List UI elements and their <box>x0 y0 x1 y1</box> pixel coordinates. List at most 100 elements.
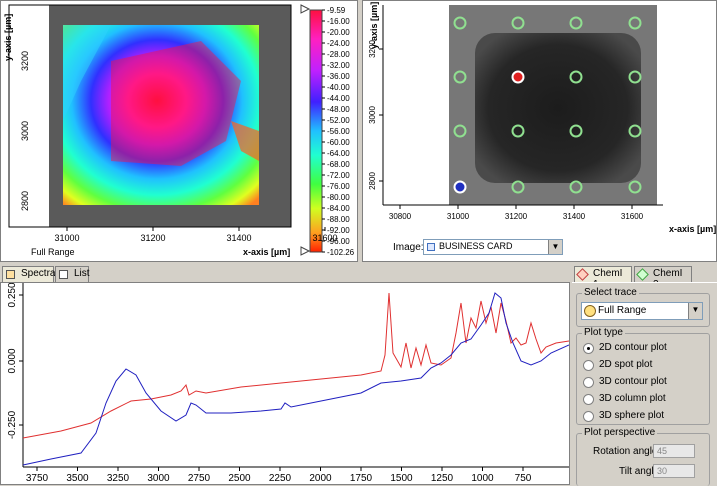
spectrum-red-line <box>22 292 569 439</box>
radio-label: 2D spot plot <box>599 359 653 370</box>
spectrum-x-tick-label: 3750 <box>26 473 49 484</box>
spectrum-y-tick-label: 0.000 <box>7 348 18 373</box>
colorbar-tick-label: -36.00 <box>327 72 350 81</box>
colorbar-tick-label: -32.00 <box>327 61 350 70</box>
spectrum-y-tick-label: 0.250 <box>7 283 18 308</box>
tab-list-label: List <box>74 268 90 279</box>
image-x-axis-label: x-axis [µm] <box>669 224 717 234</box>
select-trace-title: Select trace <box>582 287 639 298</box>
plot-type-group: Plot type 2D contour plot 2D spot plot 3… <box>576 327 710 425</box>
spectrum-x-tick-label: 1500 <box>390 473 413 484</box>
diamond-icon <box>636 268 649 281</box>
spectrum-x-tick-label: 3250 <box>107 473 130 484</box>
radio-button[interactable] <box>583 411 594 422</box>
card-icon <box>427 243 435 251</box>
radio-button[interactable] <box>583 377 594 388</box>
contour-plot[interactable]: -9.59 -16.00 -20.00 -24.00 -28.00 -32.00 -36.0… <box>1 1 357 261</box>
spectrum-x-tick-label: 2250 <box>269 473 292 484</box>
rotation-label: Rotation angle <box>593 446 658 457</box>
spectrum-x-tick-label: 1000 <box>471 473 494 484</box>
colorbar-tick-label: -76.00 <box>327 182 350 191</box>
radio-button[interactable] <box>583 343 594 354</box>
measurement-point-marker[interactable] <box>453 180 467 194</box>
colorbar-tick-label: -24.00 <box>327 39 350 48</box>
contour-x-tick-label: 31600 <box>312 233 337 243</box>
colorbar-tick-label: -56.00 <box>327 127 350 136</box>
spectrum-x-tick-label: 2750 <box>188 473 211 484</box>
colorbar-tick-label: -72.00 <box>327 171 350 180</box>
trace-select[interactable]: Full Range ▼ <box>581 302 703 320</box>
image-label: Image: <box>393 242 424 253</box>
perspective-title: Plot perspective <box>582 427 658 438</box>
spectrum-x-tick-label: 3500 <box>66 473 89 484</box>
colorbar-tick-label: -68.00 <box>327 160 350 169</box>
radio-label: 3D sphere plot <box>599 410 665 421</box>
image-view[interactable]: 30800 31000 31200 31400 31600 320030002800 <box>363 1 716 241</box>
spectrum-x-tick-label: 1250 <box>431 473 454 484</box>
contour-y-tick-label: 3200 <box>20 51 30 71</box>
trace-icon <box>584 305 596 317</box>
spectrum-x-tick-label: 750 <box>515 473 532 484</box>
radio-button[interactable] <box>583 394 594 405</box>
contour-x-axis-label: x-axis [µm] <box>243 247 291 257</box>
colorbar-tick-label: -102.26 <box>327 248 355 257</box>
tab-chemi1[interactable]: ChemI 1 <box>574 266 632 290</box>
colorbar-tick-label: -84.00 <box>327 204 350 213</box>
image-select-value: BUSINESS CARD <box>439 241 513 251</box>
image-y-axis-label: y-axis [µm] <box>369 1 379 49</box>
rotation-input[interactable]: 45 <box>653 444 695 458</box>
tab-spectra[interactable]: Spectra <box>2 266 56 282</box>
colorbar-tick-label: -44.00 <box>327 94 350 103</box>
colorbar-tick-label: -80.00 <box>327 193 350 202</box>
spectrum-x-tick-label: 1750 <box>350 473 373 484</box>
contour-x-tick-label: 31400 <box>226 233 251 243</box>
spectrum-y-tick-label: -0.250 <box>7 410 18 439</box>
colorbar-tick-label: -20.00 <box>327 28 350 37</box>
contour-y-tick-label: 3000 <box>20 121 30 141</box>
list-icon <box>59 270 68 279</box>
plot-type-title: Plot type <box>582 327 625 338</box>
chevron-down-icon[interactable]: ▼ <box>548 240 562 254</box>
contour-x-tick-label: 31200 <box>140 233 165 243</box>
select-trace-group: Select trace Full Range ▼ <box>576 287 710 327</box>
image-y-tick-label: 2800 <box>368 172 377 190</box>
colorbar-tick-label: -40.00 <box>327 83 350 92</box>
perspective-group: Plot perspective Rotation angle 45 Tilt … <box>576 427 710 486</box>
colorbar-tick-label: -88.00 <box>327 215 350 224</box>
contour-y-tick-label: 2800 <box>20 191 30 211</box>
side-panel: Select trace Full Range ▼ Plot type 2D c… <box>572 282 717 486</box>
tilt-value: 30 <box>657 466 668 476</box>
image-x-tick-label: 30800 <box>389 212 412 221</box>
contour-panel: -9.59 -16.00 -20.00 -24.00 -28.00 -32.00 -36.0… <box>0 0 358 262</box>
image-x-tick-label: 31600 <box>621 212 644 221</box>
radio-label: 3D contour plot <box>599 376 667 387</box>
radio-label: 2D contour plot <box>599 342 667 353</box>
rotation-value: 45 <box>657 446 668 456</box>
colorbar-tick-label: -60.00 <box>327 138 350 147</box>
colorbar-tick-label: -28.00 <box>327 50 350 59</box>
colorbar-tick-label: -16.00 <box>327 17 350 26</box>
contour-range-label: Full Range <box>31 247 75 257</box>
contour-y-axis-label: y-axis [µm] <box>3 13 13 61</box>
colorbar-tick-label: -9.59 <box>327 6 346 15</box>
spectrum-x-tick-label: 2000 <box>309 473 332 484</box>
tab-spectra-label: Spectra <box>21 268 56 279</box>
measurement-point-marker[interactable] <box>511 70 525 84</box>
spectrum-chart[interactable]: 3750 3500 3250 3000 2750 2500 2250 2000 1750 1500… <box>1 283 569 484</box>
chevron-down-icon[interactable]: ▼ <box>688 303 702 319</box>
contour-x-tick-label: 31000 <box>54 233 79 243</box>
spectrum-x-tick-label: 2500 <box>228 473 251 484</box>
image-select[interactable]: BUSINESS CARD ▼ <box>423 239 563 255</box>
spectrum-x-tick-label: 3000 <box>147 473 170 484</box>
tilt-input[interactable]: 30 <box>653 464 695 478</box>
radio-button[interactable] <box>583 360 594 371</box>
image-x-tick-label: 31200 <box>505 212 528 221</box>
spectra-icon <box>6 270 15 279</box>
tab-chemi2[interactable]: ChemI 2 <box>634 266 692 290</box>
image-x-tick-label: 31000 <box>447 212 470 221</box>
spectrum-panel: 3750 3500 3250 3000 2750 2500 2250 2000 1750 1500… <box>0 282 570 485</box>
tab-list[interactable]: List <box>55 266 90 282</box>
colorbar-tick-label: -52.00 <box>327 116 350 125</box>
colorbar-tick-label: -48.00 <box>327 105 350 114</box>
image-panel: 30800 31000 31200 31400 31600 3200 3000 2800 y… <box>362 0 717 262</box>
